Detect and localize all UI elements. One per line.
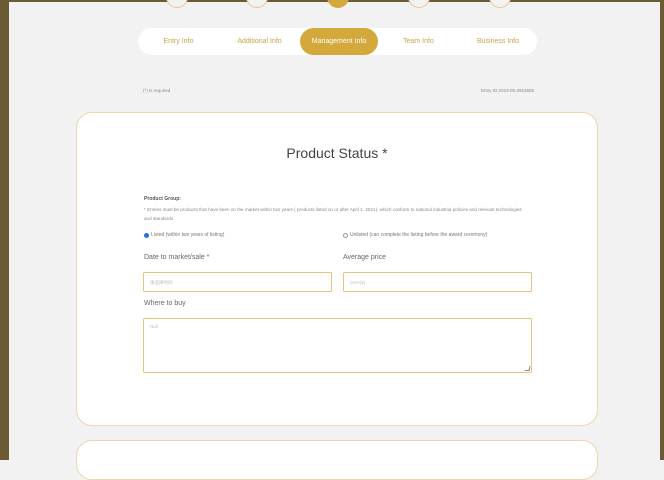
- product-group-label: Product Group:: [144, 196, 181, 202]
- radio-dot-unchecked[interactable]: [343, 232, 348, 238]
- radio-dot-checked[interactable]: [144, 232, 149, 238]
- radio-listed[interactable]: Listed (within two years of listing): [144, 232, 224, 238]
- step-dot-2[interactable]: [246, 0, 268, 8]
- card-title: Product Status *: [286, 145, 388, 161]
- resize-handle-icon[interactable]: [524, 366, 531, 371]
- step-dot-3[interactable]: [327, 0, 349, 8]
- price-label: Average price: [343, 254, 387, 261]
- next-section-card: [76, 440, 598, 480]
- step-dot-1[interactable]: [166, 0, 188, 8]
- step-dot-4[interactable]: [408, 0, 430, 8]
- step-tabs: Entry Info Additional Info Management In…: [138, 28, 537, 55]
- date-input[interactable]: 请选择时间: [143, 272, 332, 292]
- radio-unlisted[interactable]: Unlisted (can complete the listing befor…: [343, 232, 487, 238]
- product-status-card: Product Status * Product Group: * Entrie…: [76, 112, 598, 426]
- tab-entry-info[interactable]: Entry Info: [138, 28, 219, 55]
- frame-right: [660, 0, 664, 460]
- tab-business-info[interactable]: Business Info: [459, 28, 537, 55]
- radio-listed-label: Listed (within two years of listing): [151, 232, 225, 238]
- price-input[interactable]: CNY(¥): [343, 272, 532, 292]
- radio-unlisted-label: Unlisted (can complete the listing befor…: [350, 232, 488, 238]
- required-note: (*) Is required: [143, 88, 171, 93]
- tab-additional-info[interactable]: Additional Info: [219, 28, 300, 55]
- tab-team-info[interactable]: Team Info: [378, 28, 459, 55]
- product-group-note: * Entries must be products that have bee…: [144, 207, 522, 221]
- frame-left: [0, 0, 9, 460]
- tab-management-info[interactable]: Management Info: [300, 28, 378, 55]
- entry-id: Entry ID:2023-05-2923806: [480, 88, 534, 93]
- where-textarea[interactable]: Null: [143, 318, 532, 373]
- where-label: Where to buy: [144, 300, 186, 307]
- where-placeholder: Null: [150, 324, 158, 329]
- date-label: Date to market/sale *: [144, 254, 210, 261]
- step-dot-5[interactable]: [489, 0, 511, 8]
